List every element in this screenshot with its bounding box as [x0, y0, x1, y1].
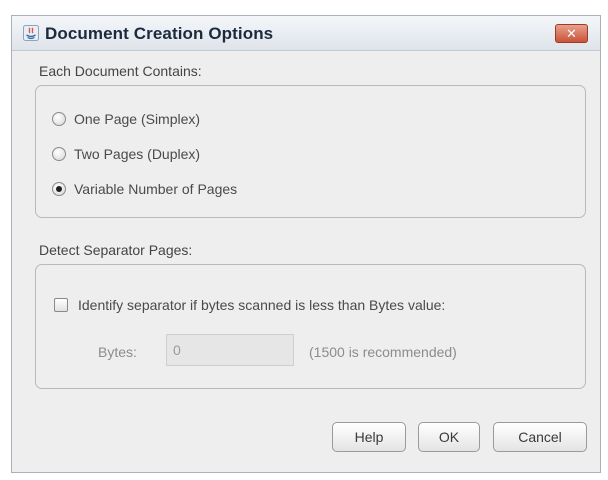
document-creation-options-dialog: Document Creation Options ✕ Each Documen… [11, 15, 601, 473]
radio-button[interactable] [52, 147, 66, 161]
title-bar[interactable]: Document Creation Options ✕ [12, 16, 600, 51]
radio-label: Two Pages (Duplex) [74, 146, 201, 162]
separator-group [35, 264, 586, 389]
radio-two-pages-duplex[interactable]: Two Pages (Duplex) [52, 144, 200, 164]
detect-separator-pages-label: Detect Separator Pages: [39, 242, 193, 258]
radio-label: Variable Number of Pages [74, 181, 238, 197]
identify-separator-label: Identify separator if bytes scanned is l… [78, 297, 446, 313]
java-app-icon [23, 25, 39, 41]
ok-button[interactable]: OK [418, 422, 480, 452]
bytes-input[interactable] [166, 334, 294, 366]
identify-separator-checkbox-row[interactable]: Identify separator if bytes scanned is l… [54, 297, 445, 313]
bytes-label: Bytes: [98, 344, 137, 360]
radio-label: One Page (Simplex) [74, 111, 201, 127]
radio-one-page-simplex[interactable]: One Page (Simplex) [52, 109, 200, 129]
dialog-title: Document Creation Options [45, 24, 274, 43]
each-document-contains-label: Each Document Contains: [39, 63, 202, 79]
radio-variable-number-of-pages[interactable]: Variable Number of Pages [52, 179, 237, 199]
close-icon: ✕ [566, 26, 577, 41]
help-button[interactable]: Help [332, 422, 406, 452]
radio-button-selected[interactable] [52, 182, 66, 196]
bytes-recommendation-hint: (1500 is recommended) [309, 344, 457, 360]
identify-separator-checkbox[interactable] [54, 298, 68, 312]
close-button[interactable]: ✕ [555, 24, 588, 43]
radio-button[interactable] [52, 112, 66, 126]
cancel-button[interactable]: Cancel [493, 422, 587, 452]
